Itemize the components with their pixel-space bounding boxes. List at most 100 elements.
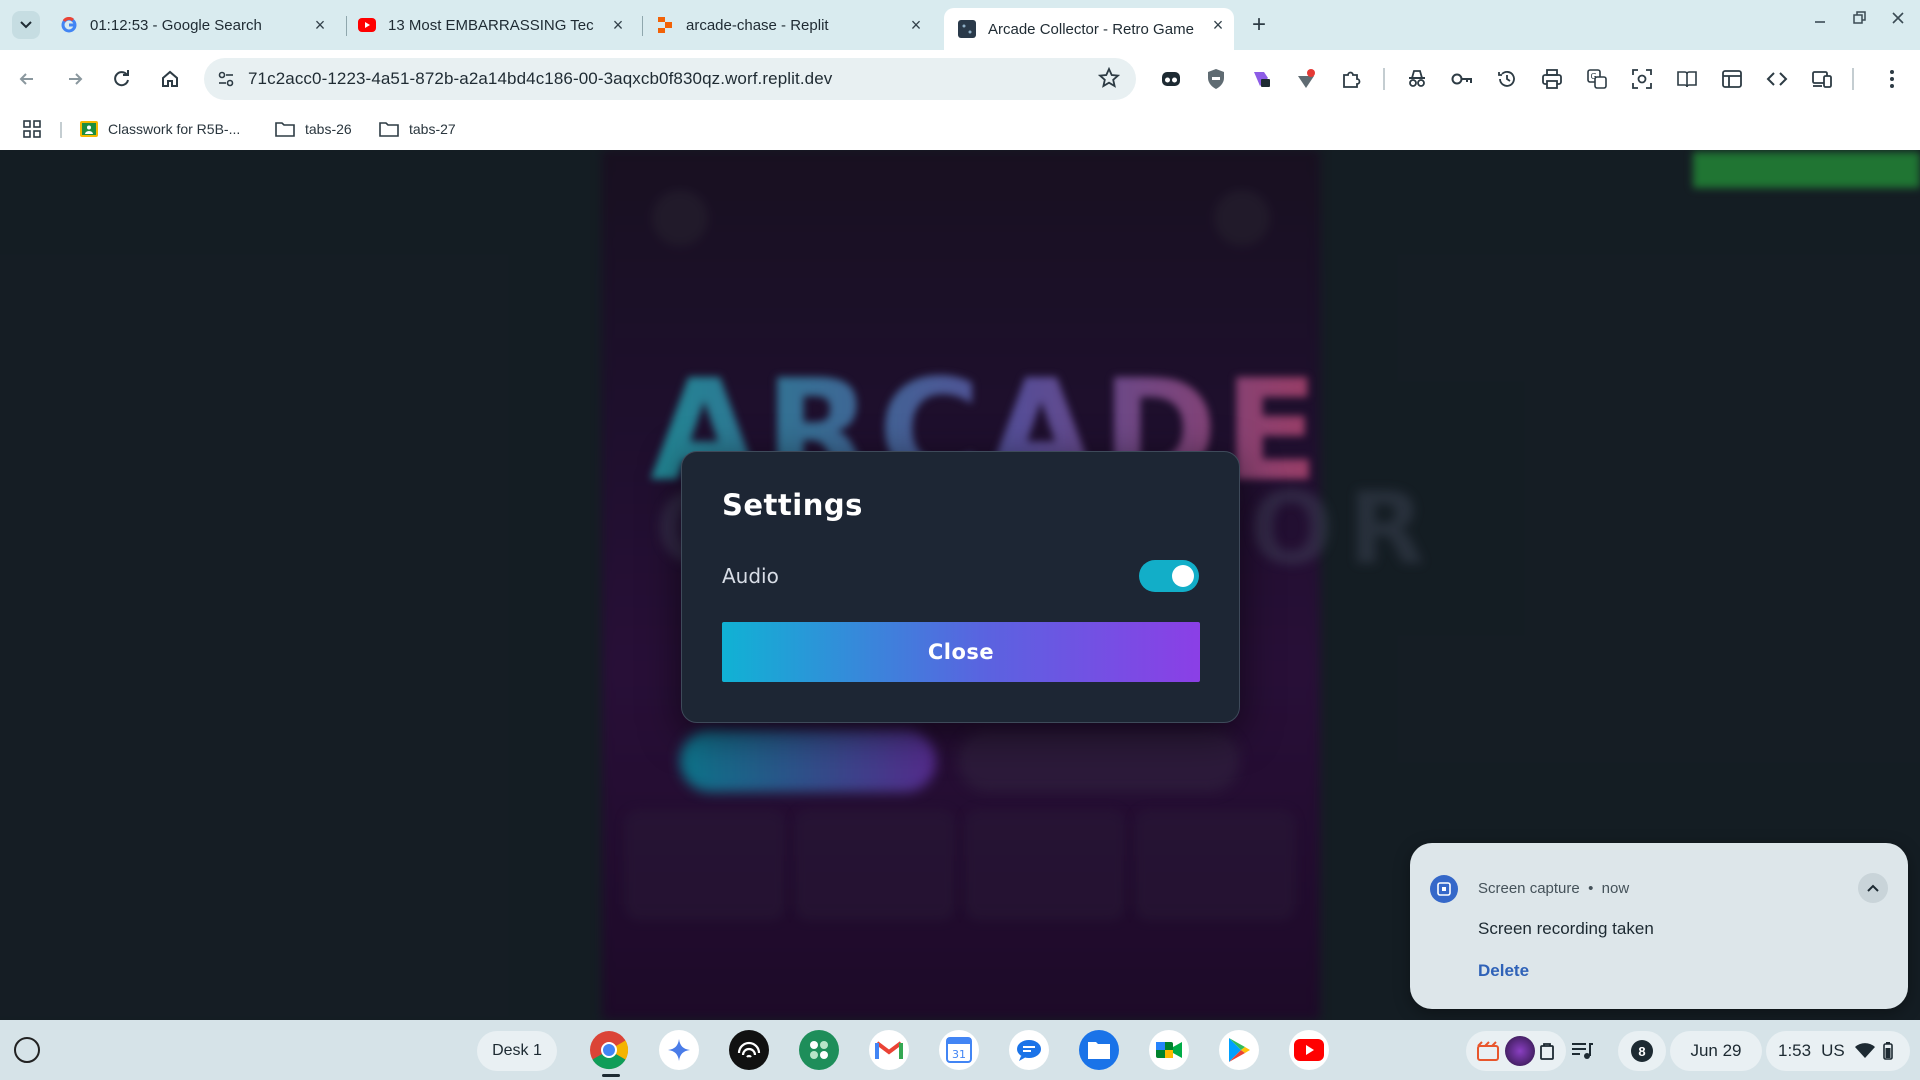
folder-icon [379,121,399,137]
extensions-puzzle-icon[interactable] [1338,66,1364,92]
tab-arcade-collector[interactable]: Arcade Collector - Retro Game × [944,8,1234,50]
battery-icon [1882,1042,1893,1060]
extension-incognito-icon[interactable] [1158,66,1184,92]
screen-capture-icon [1430,875,1458,903]
close-tab-icon[interactable]: × [310,15,330,35]
screen-capture-notification[interactable]: Screen capture • now Screen recording ta… [1410,843,1908,1009]
gemini-icon[interactable] [659,1030,699,1070]
svg-text:31: 31 [952,1048,966,1061]
bookmark-classwork[interactable]: Classwork for R5B-... [80,116,240,142]
tab-strip: 01:12:53 - Google Search × 13 Most EMBAR… [0,0,1920,50]
recent-capture-thumbnail [1505,1036,1535,1066]
restore-icon[interactable] [1852,10,1868,31]
tab-title: Arcade Collector - Retro Game [988,20,1194,38]
address-bar[interactable]: 71c2acc0-1223-4a51-872b-a2a14bd4c186-00-… [204,58,1136,100]
url-text: 71c2acc0-1223-4a51-872b-a2a14bd4c186-00-… [248,69,833,88]
running-indicator [602,1074,620,1077]
print-icon[interactable] [1539,66,1565,92]
back-icon[interactable] [12,64,42,94]
close-tab-icon[interactable]: × [608,15,628,35]
forward-icon[interactable] [60,64,90,94]
launcher-icon[interactable] [14,1037,40,1063]
tab-replit[interactable]: arcade-chase - Replit × [642,8,932,42]
audio-label: Audio [722,564,779,588]
notification-count-badge: 8 [1631,1040,1653,1062]
close-window-icon[interactable] [1890,10,1906,31]
tote-icon [1539,1042,1555,1060]
classroom-app-icon[interactable] [799,1030,839,1070]
clock: 1:53 [1778,1041,1812,1060]
holding-space-tray[interactable] [1466,1031,1566,1071]
history-icon[interactable] [1494,66,1520,92]
close-button[interactable]: Close [722,622,1200,682]
folder-icon [275,121,295,137]
new-tab-button[interactable]: + [1245,11,1273,39]
youtube-icon [358,16,376,34]
site-info-icon[interactable] [216,69,236,94]
play-store-icon[interactable] [1219,1030,1259,1070]
toggle-knob [1172,565,1194,587]
screenshot-lens-icon[interactable] [1629,66,1655,92]
messages-icon[interactable] [1009,1030,1049,1070]
extension-shield-icon[interactable] [1203,66,1229,92]
wifi-icon [1854,1043,1875,1059]
media-controls-icon[interactable] [1564,1031,1600,1071]
youtube-app-icon[interactable] [1289,1030,1329,1070]
close-tab-icon[interactable]: × [906,15,926,35]
tab-title: 01:12:53 - Google Search [90,16,262,34]
calendar-icon[interactable]: 31 [939,1030,979,1070]
minimize-icon[interactable] [1812,10,1828,31]
bookmark-label: tabs-27 [409,121,456,137]
files-icon[interactable] [1079,1030,1119,1070]
bookmark-folder-tabs-26[interactable]: tabs-26 [275,116,352,142]
bookmark-star-icon[interactable] [1097,66,1121,94]
system-shelf: Desk 1 31 8 Jun 29 1:53 US [0,1020,1920,1080]
audio-toggle[interactable] [1139,560,1199,592]
chrome-icon[interactable] [589,1030,629,1070]
reload-icon[interactable] [107,64,137,94]
meet-icon[interactable] [1149,1030,1189,1070]
device-toggle-icon[interactable] [1809,66,1835,92]
tab-youtube[interactable]: 13 Most EMBARRASSING Tech × [344,8,634,42]
gmail-icon[interactable] [869,1030,909,1070]
desk-button[interactable]: Desk 1 [477,1031,557,1071]
translate-icon[interactable]: G [1584,66,1610,92]
password-key-icon[interactable] [1449,66,1475,92]
game-icon [958,20,976,38]
bookmark-folder-tabs-27[interactable]: tabs-27 [379,116,456,142]
audible-icon[interactable] [729,1030,769,1070]
svg-text:G: G [1591,72,1597,81]
notification-center-button[interactable]: 8 [1618,1031,1666,1071]
chevron-up-icon[interactable] [1858,873,1888,903]
tab-title: arcade-chase - Replit [686,16,829,34]
extension-lock-icon[interactable] [1248,66,1274,92]
incognito-spy-icon[interactable] [1404,66,1430,92]
toolbar-divider [1383,68,1385,90]
reading-mode-icon[interactable] [1674,66,1700,92]
table-view-icon[interactable] [1719,66,1745,92]
code-view-icon[interactable] [1764,66,1790,92]
tab-title: 13 Most EMBARRASSING Tech [388,16,594,34]
screen-recorder-icon [1477,1041,1499,1061]
date-tray[interactable]: Jun 29 [1670,1031,1762,1071]
extension-blocker-icon[interactable] [1293,66,1319,92]
classroom-icon [80,121,98,137]
apps-grid-icon[interactable] [22,116,42,142]
close-tab-icon[interactable]: × [1208,15,1228,35]
toolbar-divider [1852,68,1854,90]
tab-search-button[interactable] [12,11,40,39]
bookmarks-bar: Classwork for R5B-... tabs-26 tabs-27 [0,108,1920,150]
settings-dialog: Settings Audio Close [681,451,1240,723]
replit-icon [656,16,674,34]
notification-message: Screen recording taken [1478,919,1654,938]
ime-indicator: US [1821,1041,1845,1060]
tab-google-search[interactable]: 01:12:53 - Google Search × [46,8,336,42]
delete-button[interactable]: Delete [1478,961,1529,981]
bookmark-label: tabs-26 [305,121,352,137]
status-area[interactable]: 1:53 US [1766,1031,1910,1071]
notification-source: Screen capture • now [1478,880,1630,897]
home-icon[interactable] [155,64,185,94]
bookmark-label: Classwork for R5B-... [108,121,241,137]
kebab-menu-icon[interactable] [1879,66,1905,92]
dialog-title: Settings [722,488,863,522]
